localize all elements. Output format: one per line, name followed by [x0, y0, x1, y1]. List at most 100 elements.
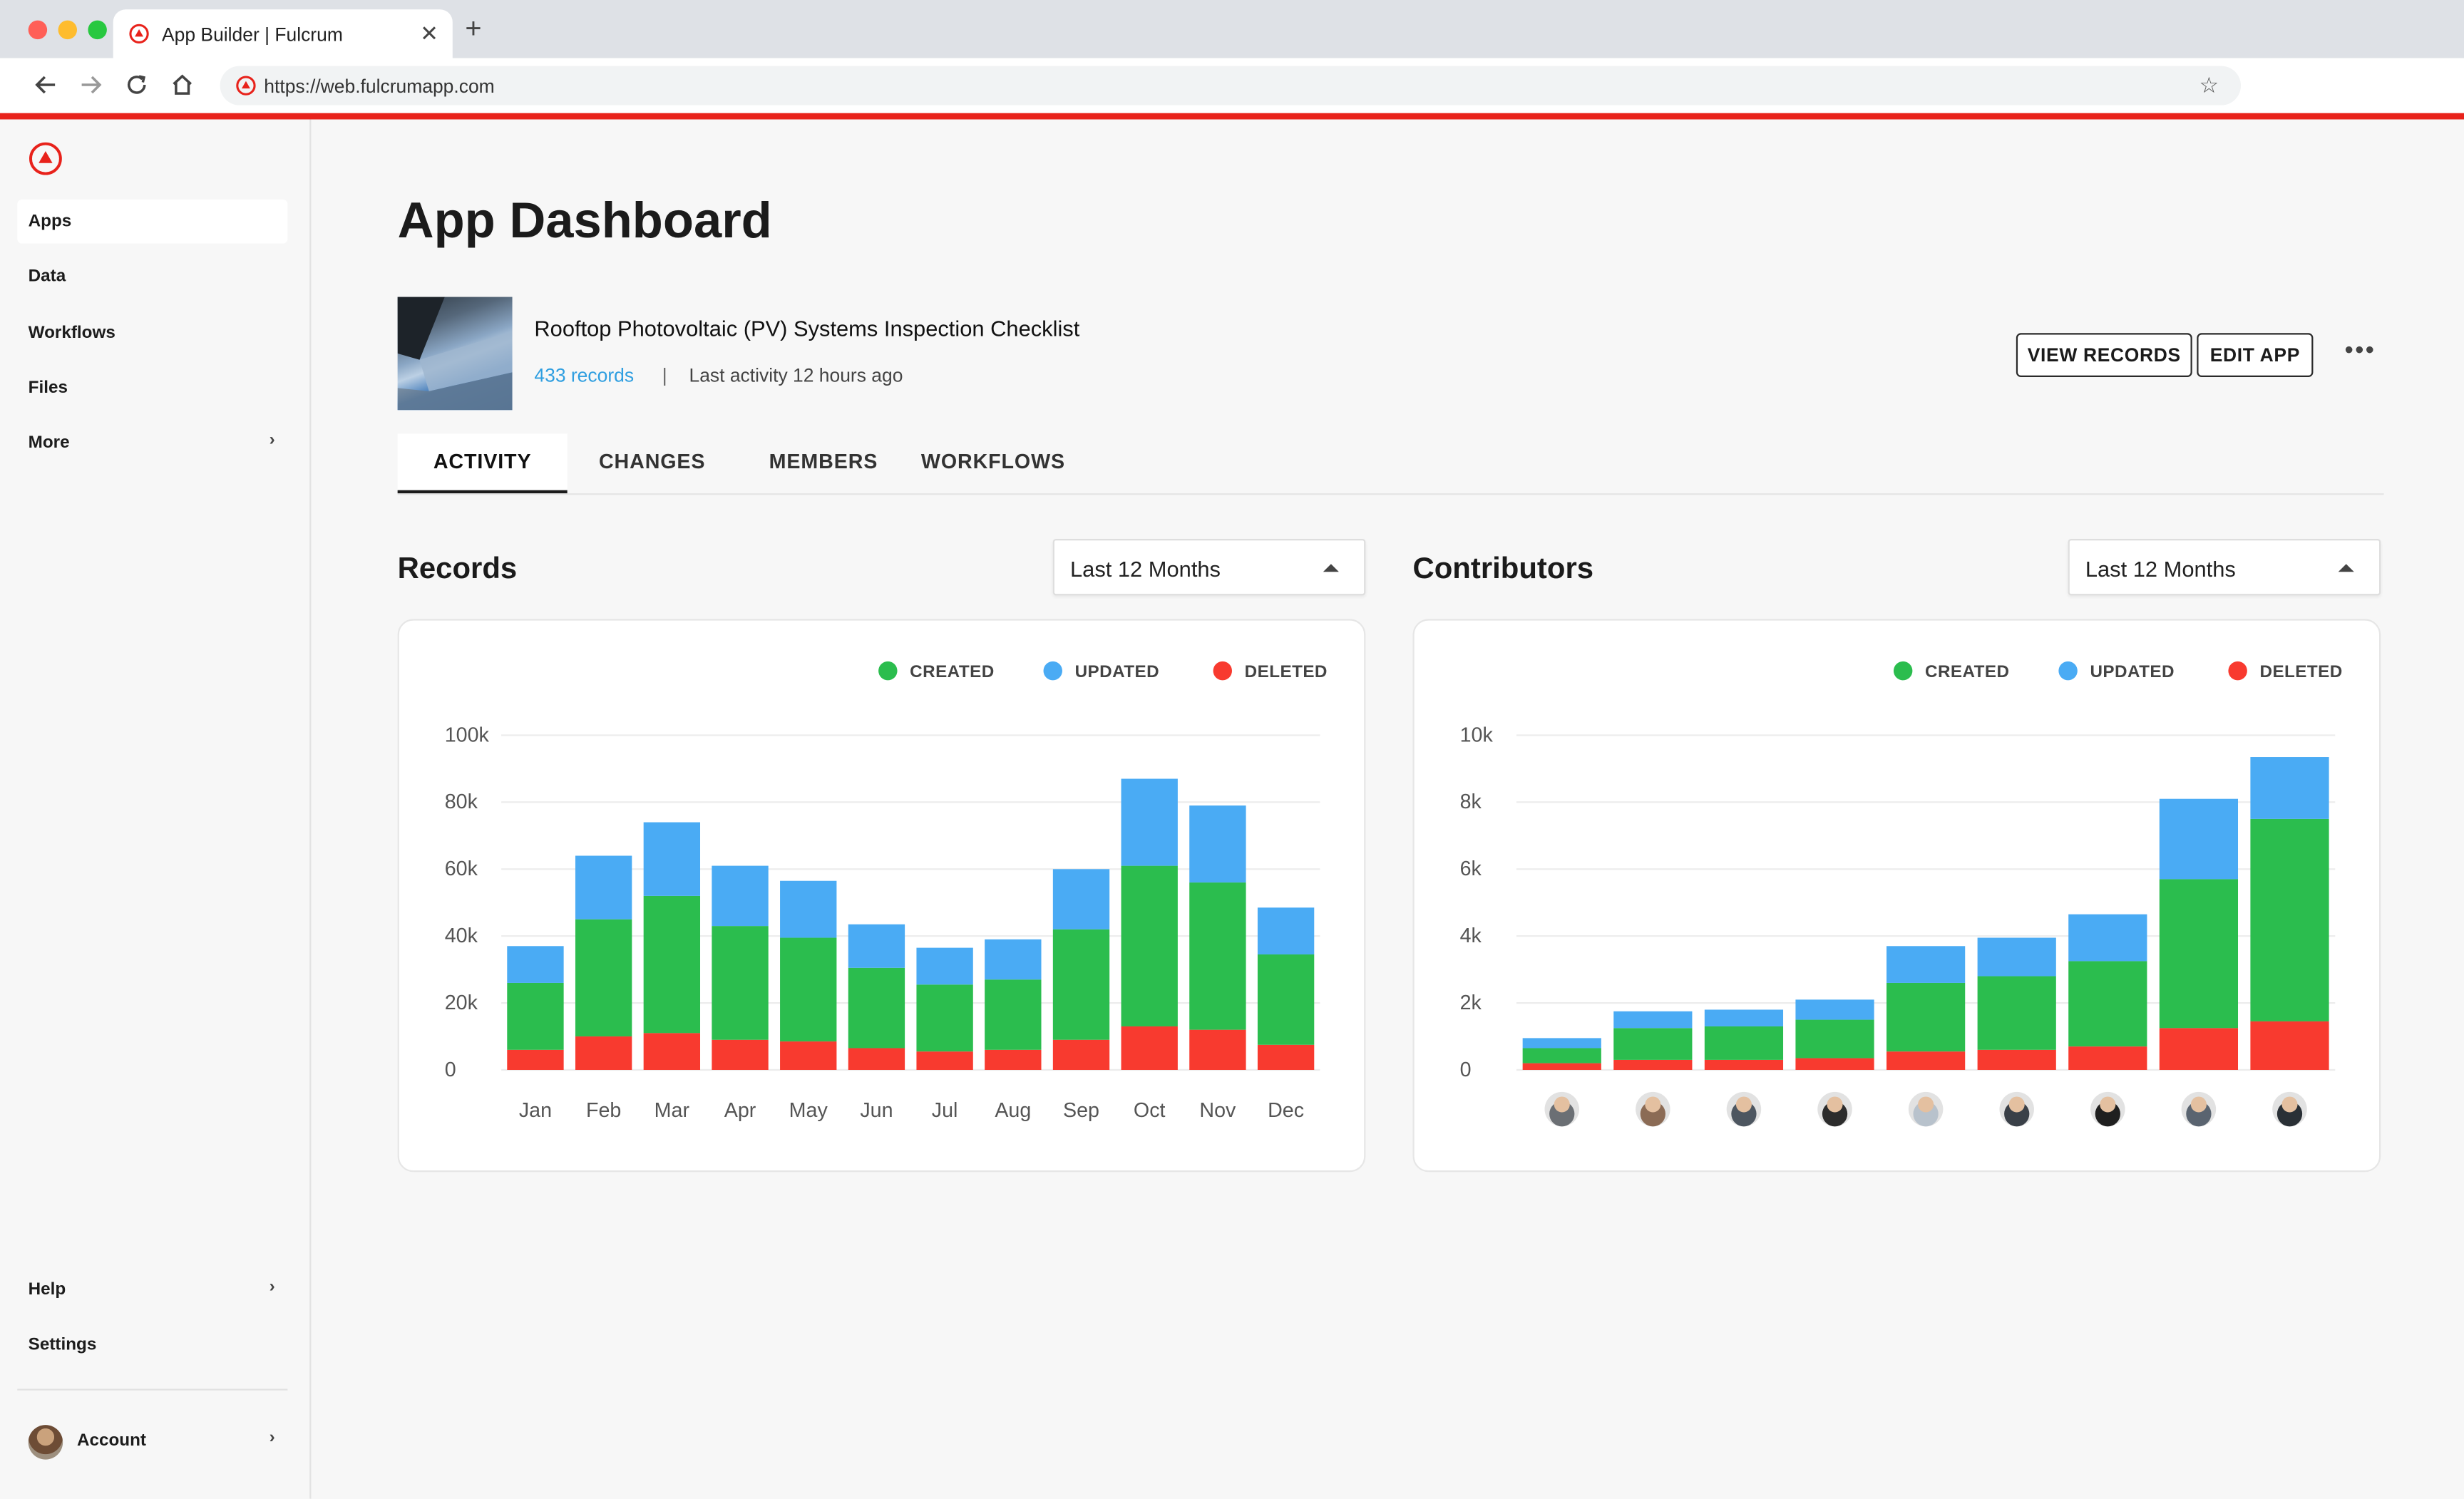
- bar-segment-deleted[interactable]: [1886, 1051, 1966, 1070]
- contributor-avatar[interactable]: [2272, 1091, 2307, 1127]
- window-close-button[interactable]: [28, 20, 48, 40]
- bar-segment-created[interactable]: [1704, 1026, 1784, 1060]
- edit-app-button[interactable]: EDIT APP: [2197, 333, 2314, 377]
- tab-members[interactable]: MEMBERS: [746, 433, 900, 490]
- bar-segment-updated[interactable]: [575, 855, 632, 920]
- bar-segment-deleted[interactable]: [985, 1049, 1042, 1070]
- bar-segment-deleted[interactable]: [2068, 1046, 2147, 1070]
- sidebar-item-files[interactable]: Files: [17, 366, 287, 411]
- bar-segment-created[interactable]: [507, 982, 564, 1050]
- bar-segment-deleted[interactable]: [1977, 1049, 2056, 1070]
- bar-segment-updated[interactable]: [1977, 937, 2056, 977]
- bar-segment-created[interactable]: [1886, 982, 1966, 1052]
- home-icon[interactable]: [168, 71, 197, 99]
- bar-segment-updated[interactable]: [1121, 778, 1178, 866]
- bar-segment-created[interactable]: [1522, 1048, 1601, 1063]
- tab-changes[interactable]: CHANGES: [568, 433, 737, 490]
- bar-segment-updated[interactable]: [1189, 805, 1246, 883]
- bar-segment-deleted[interactable]: [1257, 1044, 1315, 1070]
- bar-segment-created[interactable]: [643, 895, 701, 1034]
- tab-activity[interactable]: ACTIVITY: [397, 433, 568, 494]
- bar-segment-updated[interactable]: [712, 865, 769, 927]
- browser-tab[interactable]: App Builder | Fulcrum ✕: [113, 9, 453, 58]
- contributor-avatar[interactable]: [2181, 1091, 2217, 1127]
- sidebar-item-help[interactable]: Help ›: [17, 1268, 287, 1312]
- bar-segment-updated[interactable]: [848, 924, 905, 968]
- bar-segment-deleted[interactable]: [1613, 1059, 1693, 1070]
- fulcrum-logo-icon[interactable]: [29, 141, 63, 184]
- reload-icon[interactable]: [123, 71, 151, 99]
- bar-segment-deleted[interactable]: [780, 1041, 837, 1070]
- bar-segment-created[interactable]: [1052, 929, 1110, 1040]
- bar-segment-created[interactable]: [780, 937, 837, 1042]
- bar-segment-created[interactable]: [712, 926, 769, 1040]
- bookmark-star-icon[interactable]: ☆: [2199, 72, 2219, 98]
- new-tab-icon[interactable]: +: [465, 14, 481, 43]
- bar-segment-deleted[interactable]: [1795, 1058, 1874, 1070]
- bar-segment-deleted[interactable]: [575, 1036, 632, 1070]
- bar-segment-created[interactable]: [916, 984, 973, 1052]
- view-records-button[interactable]: VIEW RECORDS: [2016, 333, 2192, 377]
- bar-segment-created[interactable]: [575, 919, 632, 1037]
- contributor-avatar[interactable]: [1544, 1091, 1579, 1127]
- contributor-avatar[interactable]: [1726, 1091, 1762, 1127]
- bar-segment-updated[interactable]: [2068, 914, 2147, 962]
- bar-segment-created[interactable]: [985, 979, 1042, 1050]
- bar-segment-deleted[interactable]: [643, 1033, 701, 1070]
- bar-segment-updated[interactable]: [1795, 999, 1874, 1020]
- window-minimize-button[interactable]: [58, 20, 78, 40]
- close-tab-icon[interactable]: ✕: [420, 21, 438, 47]
- bar-segment-updated[interactable]: [507, 946, 564, 983]
- bar-segment-updated[interactable]: [780, 880, 837, 938]
- bar-segment-created[interactable]: [848, 967, 905, 1049]
- bar-segment-deleted[interactable]: [1189, 1029, 1246, 1070]
- bar-segment-deleted[interactable]: [2159, 1028, 2239, 1070]
- bar-segment-deleted[interactable]: [848, 1048, 905, 1070]
- bar-segment-updated[interactable]: [985, 939, 1042, 980]
- bar-segment-created[interactable]: [1795, 1019, 1874, 1058]
- records-range-select[interactable]: Last 12 Months: [1052, 539, 1366, 596]
- bar-segment-deleted[interactable]: [507, 1049, 564, 1070]
- sidebar-item-account[interactable]: Account ›: [17, 1418, 287, 1463]
- sidebar-item-settings[interactable]: Settings: [17, 1323, 287, 1367]
- back-arrow-icon[interactable]: [31, 71, 60, 99]
- contributor-avatar[interactable]: [1817, 1091, 1852, 1127]
- contributor-avatar[interactable]: [1908, 1091, 1944, 1127]
- bar-segment-updated[interactable]: [1704, 1009, 1784, 1026]
- bar-segment-created[interactable]: [1121, 865, 1178, 1026]
- sidebar-item-data[interactable]: Data: [17, 254, 287, 299]
- more-options-icon[interactable]: •••: [2345, 338, 2376, 366]
- bar-segment-created[interactable]: [2250, 818, 2329, 1021]
- sidebar-item-apps[interactable]: Apps: [17, 199, 288, 244]
- address-bar[interactable]: https://web.fulcrumapp.com ☆: [220, 66, 2242, 105]
- bar-segment-updated[interactable]: [1257, 907, 1315, 955]
- tab-workflows[interactable]: WORKFLOWS: [910, 433, 1077, 490]
- bar-segment-created[interactable]: [2159, 879, 2239, 1029]
- bar-segment-updated[interactable]: [1613, 1011, 1693, 1029]
- records-link[interactable]: 433 records: [534, 364, 634, 386]
- contributor-avatar[interactable]: [2090, 1091, 2125, 1127]
- bar-segment-updated[interactable]: [643, 822, 701, 896]
- bar-segment-created[interactable]: [2068, 961, 2147, 1047]
- bar-segment-updated[interactable]: [916, 947, 973, 985]
- sidebar-item-workflows[interactable]: Workflows: [17, 311, 287, 355]
- bar-segment-deleted[interactable]: [1121, 1026, 1178, 1070]
- bar-segment-created[interactable]: [1189, 882, 1246, 1030]
- bar-segment-deleted[interactable]: [2250, 1021, 2329, 1070]
- contributor-avatar[interactable]: [1636, 1091, 1670, 1127]
- bar-segment-deleted[interactable]: [916, 1051, 973, 1070]
- bar-segment-updated[interactable]: [1052, 869, 1110, 929]
- sidebar-item-more[interactable]: More ›: [17, 421, 287, 465]
- bar-segment-updated[interactable]: [1522, 1038, 1601, 1049]
- contributor-avatar[interactable]: [1999, 1091, 2034, 1127]
- app-thumbnail[interactable]: [397, 297, 513, 411]
- bar-segment-updated[interactable]: [2250, 757, 2329, 819]
- bar-segment-deleted[interactable]: [1522, 1063, 1601, 1070]
- contributors-range-select[interactable]: Last 12 Months: [2068, 539, 2381, 596]
- bar-segment-updated[interactable]: [2159, 798, 2239, 880]
- bar-segment-created[interactable]: [1977, 976, 2056, 1050]
- bar-segment-deleted[interactable]: [712, 1039, 769, 1070]
- forward-arrow-icon[interactable]: [77, 71, 106, 99]
- bar-segment-created[interactable]: [1257, 954, 1315, 1045]
- bar-segment-deleted[interactable]: [1704, 1059, 1784, 1070]
